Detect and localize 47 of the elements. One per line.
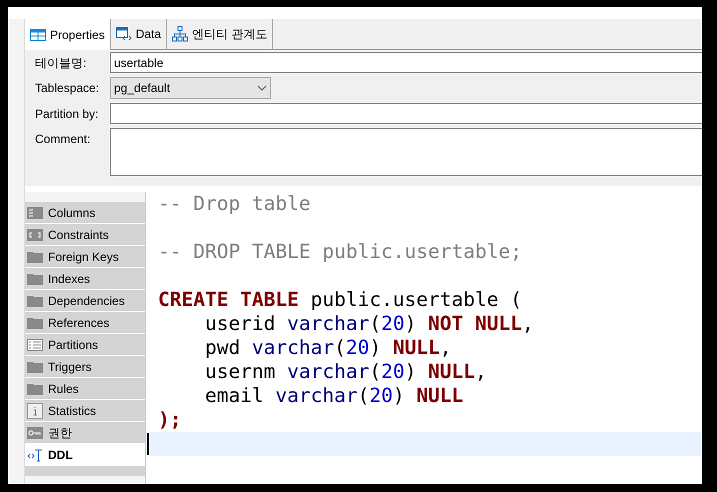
bracket-folder-icon — [27, 228, 43, 240]
code-line: usernm varchar(20) NULL, — [204, 360, 487, 384]
sidebar-item[interactable]: Dependencies — [25, 290, 145, 312]
code-line: -- DROP TABLE public.usertable; — [158, 240, 522, 264]
folder-icon — [27, 360, 43, 372]
info-icon — [27, 402, 43, 418]
code-line: -- Drop table — [158, 192, 311, 216]
column-list-icon — [27, 206, 43, 218]
field-label: Partition by: — [35, 106, 100, 122]
chevron-down-icon — [257, 85, 267, 91]
code-line: pwd varchar(20) NULL, — [204, 336, 452, 360]
folder-icon — [27, 272, 43, 284]
field-label: Tablespace: — [35, 80, 100, 97]
folder-icon — [27, 250, 43, 262]
code-line: ); — [158, 408, 182, 432]
sidebar-item[interactable]: DDL — [25, 444, 145, 466]
sidebar-item[interactable]: Indexes — [25, 268, 145, 290]
tab[interactable]: Properties — [25, 19, 111, 50]
code-line: CREATE TABLE public.usertable ( — [158, 288, 522, 312]
sidebar-item[interactable]: Foreign Keys — [25, 246, 145, 268]
sidebar-item[interactable]: Constraints — [25, 224, 145, 246]
sidebar-item[interactable]: Statistics — [25, 400, 145, 422]
folder-icon — [27, 294, 43, 306]
field-label: Comment: — [35, 131, 92, 148]
table-icon — [30, 28, 46, 40]
sidebar-item[interactable]: Triggers — [25, 356, 145, 378]
table-code-icon — [116, 27, 132, 41]
comment-field[interactable] — [110, 128, 702, 176]
code-text-icon — [27, 448, 43, 462]
sidebar-item[interactable]: References — [25, 312, 145, 334]
sidebar-item[interactable]: 권한 — [25, 422, 145, 444]
sidebar-item[interactable]: Rules — [25, 378, 145, 400]
field-label: 테이블명: — [35, 54, 88, 72]
hierarchy-icon — [172, 26, 188, 42]
tablespace-dropdown[interactable]: pg_default — [110, 77, 271, 99]
sidebar-item[interactable]: Columns — [25, 202, 145, 224]
folder-icon — [27, 382, 43, 394]
sidebar-item[interactable]: Partitions — [25, 334, 145, 356]
code-line: email varchar(20) NULL — [204, 384, 464, 408]
partition-by-field[interactable] — [110, 103, 702, 124]
key-icon — [27, 426, 43, 438]
folder-icon — [27, 316, 43, 328]
code-line: userid varchar(20) NOT NULL, — [204, 312, 534, 336]
text-cursor — [147, 433, 149, 455]
tab[interactable]: Data — [110, 19, 168, 49]
list-icon — [27, 338, 43, 350]
table-name-field[interactable]: usertable — [110, 52, 702, 73]
